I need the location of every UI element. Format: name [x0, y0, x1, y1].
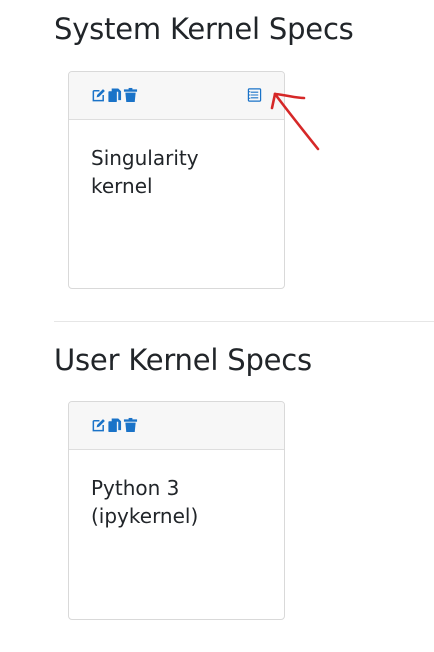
edit-icon[interactable] — [91, 87, 106, 103]
system-kernel-specs-title: System Kernel Specs — [54, 12, 354, 46]
card-header — [69, 72, 284, 120]
kernel-name: Python 3 (ipykernel) — [91, 476, 199, 528]
kernel-card-python3: Python 3 (ipykernel) — [68, 401, 285, 620]
copy-icon[interactable] — [107, 87, 122, 103]
kernel-card-singularity: Singularity kernel — [68, 71, 285, 289]
copy-icon[interactable] — [107, 417, 122, 433]
annotation-arrow-icon — [270, 92, 320, 151]
trash-icon[interactable] — [123, 417, 138, 433]
edit-icon[interactable] — [91, 417, 106, 433]
notebook-icon[interactable] — [247, 87, 262, 103]
kernel-name: Singularity kernel — [91, 146, 199, 198]
card-toolbar — [91, 87, 138, 103]
section-divider — [54, 321, 434, 322]
card-header — [69, 402, 284, 450]
card-toolbar — [91, 417, 138, 433]
user-kernel-specs-title: User Kernel Specs — [54, 343, 312, 377]
trash-icon[interactable] — [123, 87, 138, 103]
